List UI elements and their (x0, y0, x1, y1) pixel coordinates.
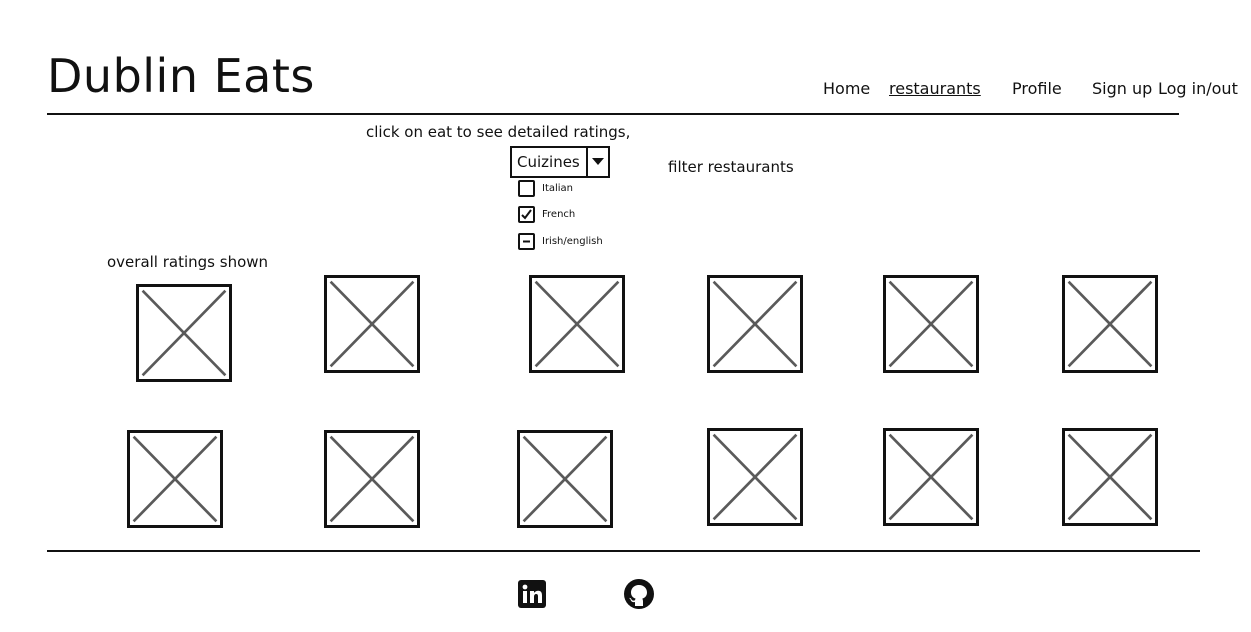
restaurant-image-placeholder[interactable] (707, 428, 803, 526)
overall-ratings-label: overall ratings shown (107, 253, 269, 271)
restaurant-image-placeholder[interactable] (324, 275, 420, 373)
cuisine-option-french[interactable]: French (518, 206, 575, 223)
restaurant-image-placeholder[interactable] (883, 428, 979, 526)
site-title[interactable]: Dublin Eats (47, 48, 315, 104)
chevron-down-icon[interactable] (588, 148, 608, 176)
checkbox-indeterminate-icon[interactable] (518, 233, 535, 250)
cuisine-option-label: French (542, 208, 576, 220)
restaurant-image-placeholder[interactable] (324, 430, 420, 528)
restaurant-image-placeholder[interactable] (127, 430, 223, 528)
cuisine-option-label: Italian (542, 182, 574, 194)
restaurant-image-placeholder[interactable] (883, 275, 979, 373)
restaurant-image-placeholder[interactable] (136, 284, 232, 382)
header-divider (47, 113, 1179, 115)
page: Dublin Eats Home restaurants Profile Sig… (0, 0, 1251, 632)
restaurant-image-placeholder[interactable] (1062, 275, 1158, 373)
cuisine-dropdown[interactable]: Cuizines (510, 146, 610, 178)
cuisine-option-italian[interactable]: Italian (518, 180, 573, 197)
filter-label: filter restaurants (668, 158, 794, 176)
nav-login[interactable]: Log in/out (1158, 79, 1238, 99)
nav-profile[interactable]: Profile (1012, 79, 1062, 99)
checkbox-checked-icon[interactable] (518, 206, 535, 223)
nav-restaurants[interactable]: restaurants (889, 79, 981, 99)
footer-divider (47, 550, 1200, 552)
instruction-text: click on eat to see detailed ratings, (366, 123, 631, 141)
linkedin-icon[interactable] (516, 578, 548, 610)
nav-signup[interactable]: Sign up (1092, 79, 1152, 99)
restaurant-image-placeholder[interactable] (1062, 428, 1158, 526)
checkbox-unchecked-icon[interactable] (518, 180, 535, 197)
restaurant-image-placeholder[interactable] (529, 275, 625, 373)
cuisine-option-label: Irish/english (542, 235, 603, 247)
github-icon[interactable] (623, 578, 655, 610)
cuisine-dropdown-value: Cuizines (512, 148, 588, 176)
cuisine-option-irish[interactable]: Irish/english (518, 233, 603, 250)
nav-home[interactable]: Home (823, 79, 870, 99)
restaurant-image-placeholder[interactable] (517, 430, 613, 528)
restaurant-image-placeholder[interactable] (707, 275, 803, 373)
